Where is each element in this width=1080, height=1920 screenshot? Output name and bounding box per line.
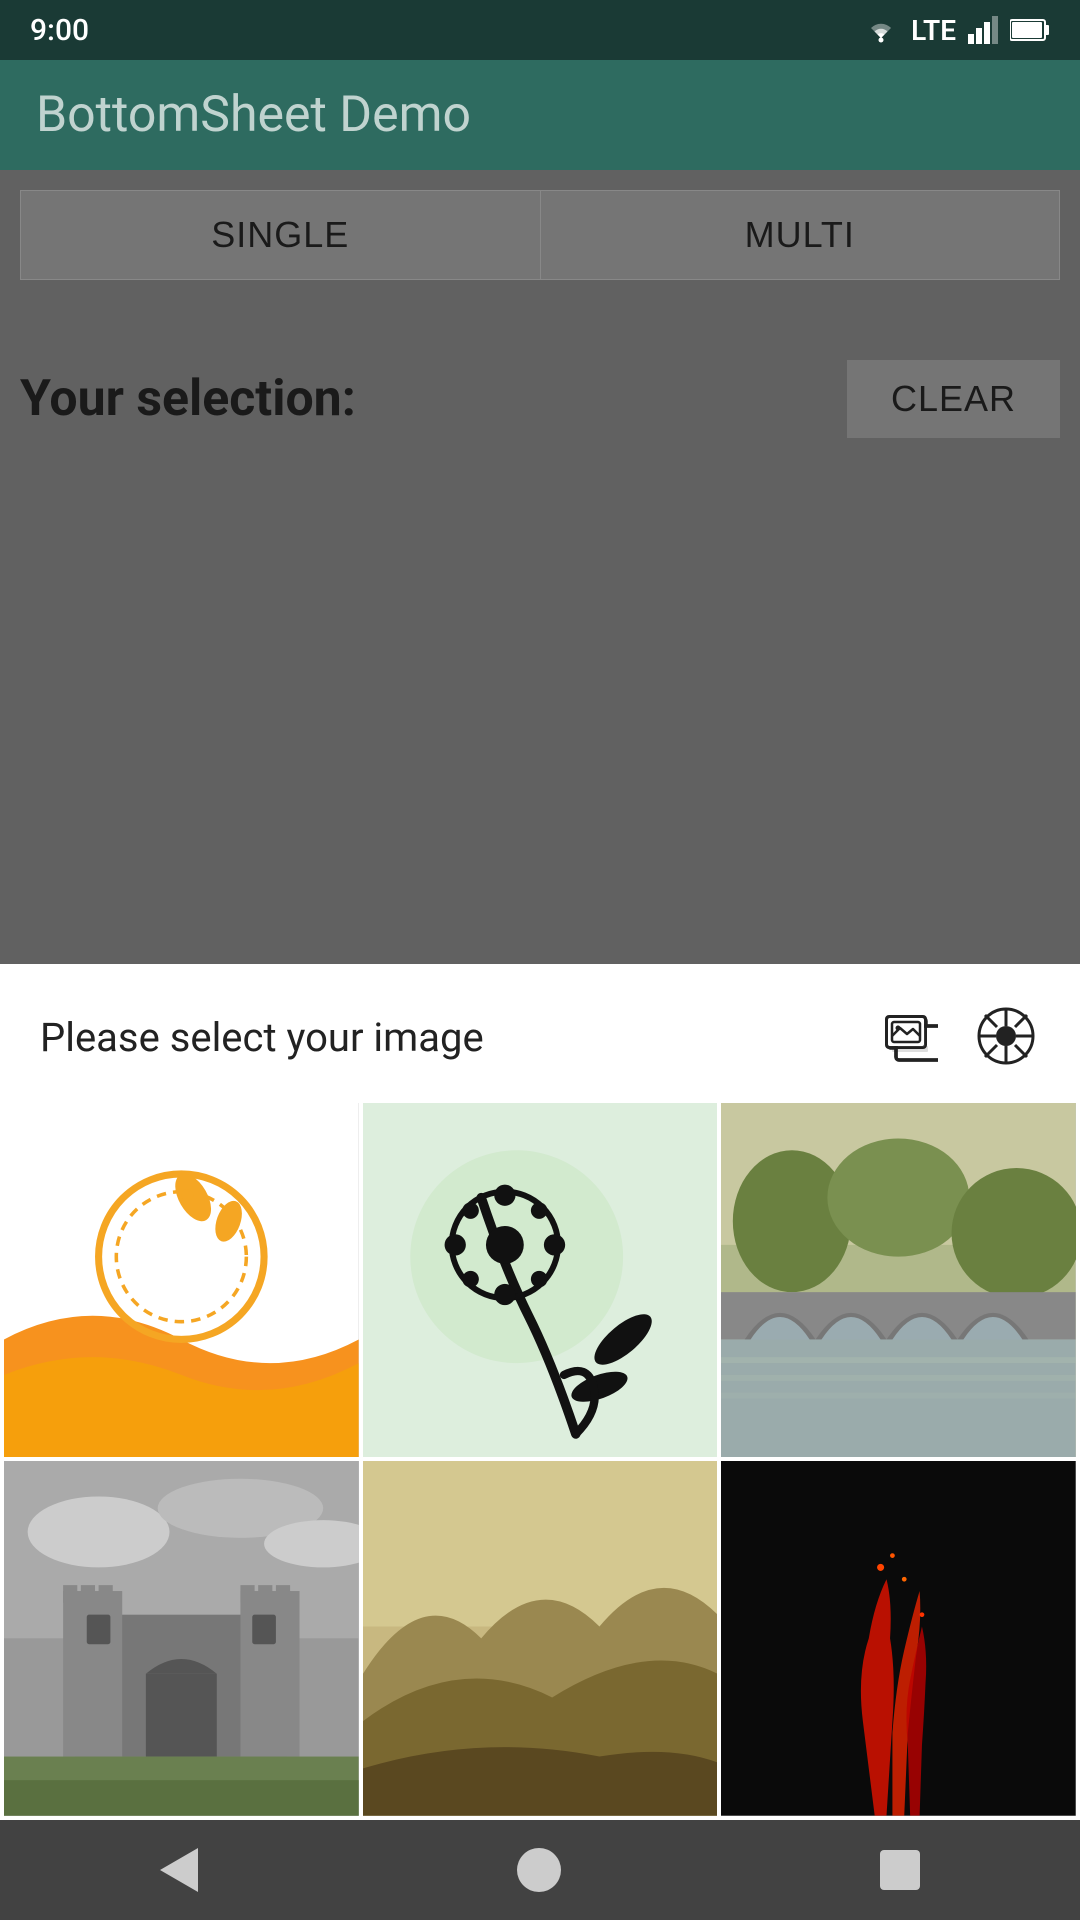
selection-label: Your selection: — [20, 370, 356, 428]
tab-row: SINGLE MULTI — [20, 190, 1060, 280]
wifi-icon — [863, 16, 899, 44]
signal-icon — [968, 16, 998, 44]
status-bar: 9:00 LTE — [0, 0, 1080, 60]
nav-bar — [0, 1820, 1080, 1920]
image-grid — [0, 1103, 1080, 1820]
status-icons: LTE — [863, 14, 1050, 47]
bottom-sheet: Please select your image — [0, 964, 1080, 1820]
home-icon — [517, 1848, 561, 1892]
gallery-icon — [882, 1008, 938, 1064]
bottom-sheet-header: Please select your image — [0, 964, 1080, 1103]
recents-icon — [880, 1850, 920, 1890]
image-item-4[interactable] — [4, 1461, 359, 1816]
image-item-5[interactable] — [363, 1461, 718, 1816]
time-display: 9:00 — [30, 13, 89, 48]
image-item-6[interactable] — [721, 1461, 1076, 1816]
bottom-sheet-title: Please select your image — [40, 1014, 484, 1061]
app-bar: BottomSheet Demo — [0, 60, 1080, 170]
app-title: BottomSheet Demo — [36, 86, 471, 144]
image-item-3[interactable] — [721, 1103, 1076, 1458]
single-tab[interactable]: SINGLE — [20, 190, 540, 280]
image-item-2[interactable] — [363, 1103, 718, 1458]
back-button[interactable] — [160, 1848, 198, 1892]
camera-icon — [976, 1006, 1036, 1066]
camera-button[interactable] — [972, 1002, 1040, 1073]
main-content: SINGLE MULTI Your selection: CLEAR — [0, 170, 1080, 964]
empty-space — [20, 438, 1060, 944]
recents-button[interactable] — [880, 1850, 920, 1890]
lte-label: LTE — [911, 14, 956, 47]
image-item-1[interactable] — [4, 1103, 359, 1458]
clear-button[interactable]: CLEAR — [847, 360, 1060, 438]
multi-tab[interactable]: MULTI — [540, 190, 1061, 280]
back-icon — [160, 1848, 198, 1892]
home-button[interactable] — [517, 1848, 561, 1892]
header-icons — [878, 1002, 1040, 1073]
battery-icon — [1010, 18, 1050, 42]
selection-row: Your selection: CLEAR — [20, 360, 1060, 438]
gallery-button[interactable] — [878, 1004, 942, 1071]
